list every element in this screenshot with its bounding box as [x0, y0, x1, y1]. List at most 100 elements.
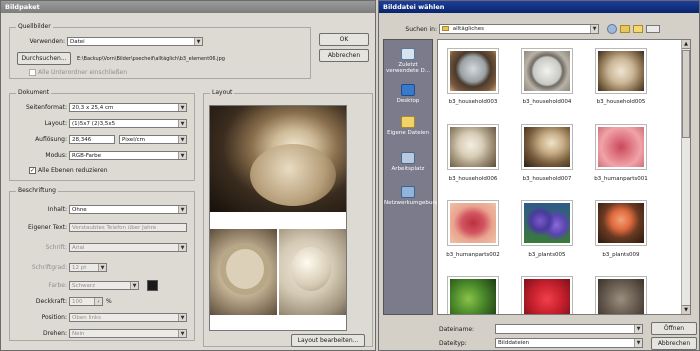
resolution-unit-select[interactable]: Pixel/cm ▼ — [119, 135, 187, 144]
color-select[interactable]: Schwarz ▼ — [69, 281, 139, 290]
thumbnail-red[interactable] — [521, 276, 573, 314]
file-dialog-window: Bilddatei wählen Suchen in: alltägliches… — [378, 0, 700, 351]
chevron-down-icon: ▼ — [178, 206, 186, 213]
chevron-down-icon: ▼ — [194, 38, 202, 45]
place-network[interactable]: Netzwerkumgebung — [384, 186, 439, 206]
rotary-dial — [220, 243, 270, 295]
subfolder-checkbox[interactable] — [29, 69, 36, 76]
dialog-cancel-button[interactable]: Abbrechen — [651, 337, 697, 350]
nav-toolbar — [605, 23, 665, 35]
mode-select[interactable]: RGB-Farbe ▼ — [69, 151, 187, 160]
thumbnail-humanparts001[interactable] — [595, 124, 647, 170]
scroll-down-arrow[interactable]: ▼ — [682, 305, 690, 314]
back-icon[interactable] — [607, 24, 617, 34]
flatten-checkbox[interactable]: ✓ — [29, 167, 36, 174]
chevron-down-icon: ▼ — [178, 330, 186, 337]
recent-icon — [401, 48, 415, 60]
scroll-up-arrow[interactable]: ▲ — [682, 40, 690, 49]
file-caption: b3_household003 — [448, 99, 498, 105]
opacity-unit: % — [106, 298, 112, 305]
thumbnail-plants009[interactable] — [595, 200, 647, 246]
chevron-down-icon: ▼ — [98, 264, 106, 271]
dialog-title: Bilddatei wählen — [383, 3, 445, 11]
file-caption: b3_humanparts002 — [446, 252, 500, 258]
filename-input[interactable]: ▼ — [495, 324, 643, 334]
layout-select[interactable]: (1)5x7 (2)3,5x5 ▼ — [69, 119, 187, 128]
document-legend: Dokument — [16, 89, 52, 96]
desktop-icon — [401, 84, 415, 96]
rotate-label: Drehen: — [43, 330, 67, 337]
place-documents[interactable]: Eigene Dateien — [384, 116, 432, 136]
lips-image — [450, 203, 496, 243]
thumbnail-humanparts002[interactable] — [447, 200, 499, 246]
cancel-button[interactable]: Abbrechen — [319, 49, 369, 62]
place-recent[interactable]: Zuletzt verwendete D... — [384, 48, 432, 74]
edit-layout-button[interactable]: Layout bearbeiten... — [291, 334, 365, 347]
view-menu-icon[interactable] — [646, 25, 660, 33]
mushroom-image — [598, 203, 644, 243]
page-size-select[interactable]: 20,3 x 25,4 cm ▼ — [69, 103, 187, 112]
thumbnail-household004[interactable] — [521, 48, 573, 94]
phone-knob — [291, 247, 331, 291]
file-list[interactable]: b3_household003 b3_household004 b3_house… — [437, 39, 691, 315]
use-label: Verwenden: — [29, 38, 65, 45]
opacity-input[interactable]: 100 › — [69, 297, 103, 306]
color-swatch[interactable] — [147, 280, 158, 291]
font-select[interactable]: Arial ▼ — [69, 243, 187, 252]
folder-icon — [442, 26, 449, 31]
chevron-down-icon: ▼ — [130, 282, 138, 289]
ok-button[interactable]: OK — [319, 33, 369, 46]
content-select[interactable]: Ohne ▼ — [69, 205, 187, 214]
layout-photo-left — [210, 229, 277, 315]
vertical-scrollbar[interactable]: ▲ ▼ — [681, 40, 690, 314]
browse-button[interactable]: Durchsuchen... — [17, 52, 71, 65]
phone-image — [598, 51, 644, 91]
window-title: Bildpaket — [5, 3, 40, 11]
font-size-label: Schriftgrad: — [31, 264, 67, 271]
chevron-down-icon: ▼ — [178, 104, 186, 111]
scroll-thumb[interactable] — [682, 50, 690, 138]
phone-dial-large — [250, 144, 336, 206]
thumbnail-household006[interactable] — [447, 124, 499, 170]
use-select[interactable]: Datei ▼ — [67, 37, 203, 46]
custom-text-input[interactable]: Verstaubtes Telefon über Jahre — [69, 223, 187, 232]
thumbnail-plants-green[interactable] — [447, 276, 499, 314]
phone-knob-image — [450, 127, 496, 167]
layout-legend: Layout — [210, 89, 235, 96]
source-legend: Quellbilder — [16, 23, 53, 30]
phone-closeup-image — [524, 127, 570, 167]
resolution-input[interactable]: 28,346 — [69, 135, 115, 144]
color-label: Farbe: — [48, 282, 67, 289]
thumbnail-household003[interactable] — [447, 48, 499, 94]
chevron-down-icon: ▼ — [634, 339, 642, 347]
bildpaket-titlebar[interactable]: Bildpaket — [1, 1, 375, 13]
open-button[interactable]: Öffnen — [651, 322, 697, 335]
thumbnail-stones[interactable] — [595, 276, 647, 314]
page-size-label: Seitenformat: — [25, 104, 67, 111]
thumbnail-plants005[interactable] — [521, 200, 573, 246]
stones-image — [598, 279, 644, 314]
filetype-label: Dateityp: — [439, 340, 467, 347]
new-folder-icon[interactable] — [633, 25, 643, 33]
font-size-select[interactable]: 12 pt ▼ — [69, 263, 107, 272]
thumbnail-household007[interactable] — [521, 124, 573, 170]
up-folder-icon[interactable] — [620, 25, 630, 33]
source-path: E:\Backup\Vorn\Bilder\psecheif\alltäglic… — [77, 56, 225, 62]
position-select[interactable]: Oben links ▼ — [69, 313, 187, 322]
ear-image — [598, 127, 644, 167]
chevron-right-icon: › — [94, 298, 102, 305]
place-desktop[interactable]: Desktop — [384, 84, 432, 104]
chevron-down-icon: ▼ — [178, 136, 186, 143]
documents-icon — [401, 116, 415, 128]
thumbnail-household005[interactable] — [595, 48, 647, 94]
filetype-select[interactable]: Bilddateien ▼ — [495, 338, 643, 348]
subfolder-label: Alle Unterordner einschließen — [38, 69, 128, 76]
look-in-select[interactable]: alltägliches ▼ — [439, 24, 599, 34]
file-caption: b3_household005 — [596, 99, 646, 105]
rotate-select[interactable]: Nein ▼ — [69, 329, 187, 338]
position-label: Position: — [41, 314, 67, 321]
layout-photo-large — [210, 106, 346, 212]
file-dialog-titlebar[interactable]: Bilddatei wählen — [379, 1, 699, 13]
place-computer[interactable]: Arbeitsplatz — [384, 152, 432, 172]
custom-text-label: Eigener Text: — [28, 224, 67, 231]
